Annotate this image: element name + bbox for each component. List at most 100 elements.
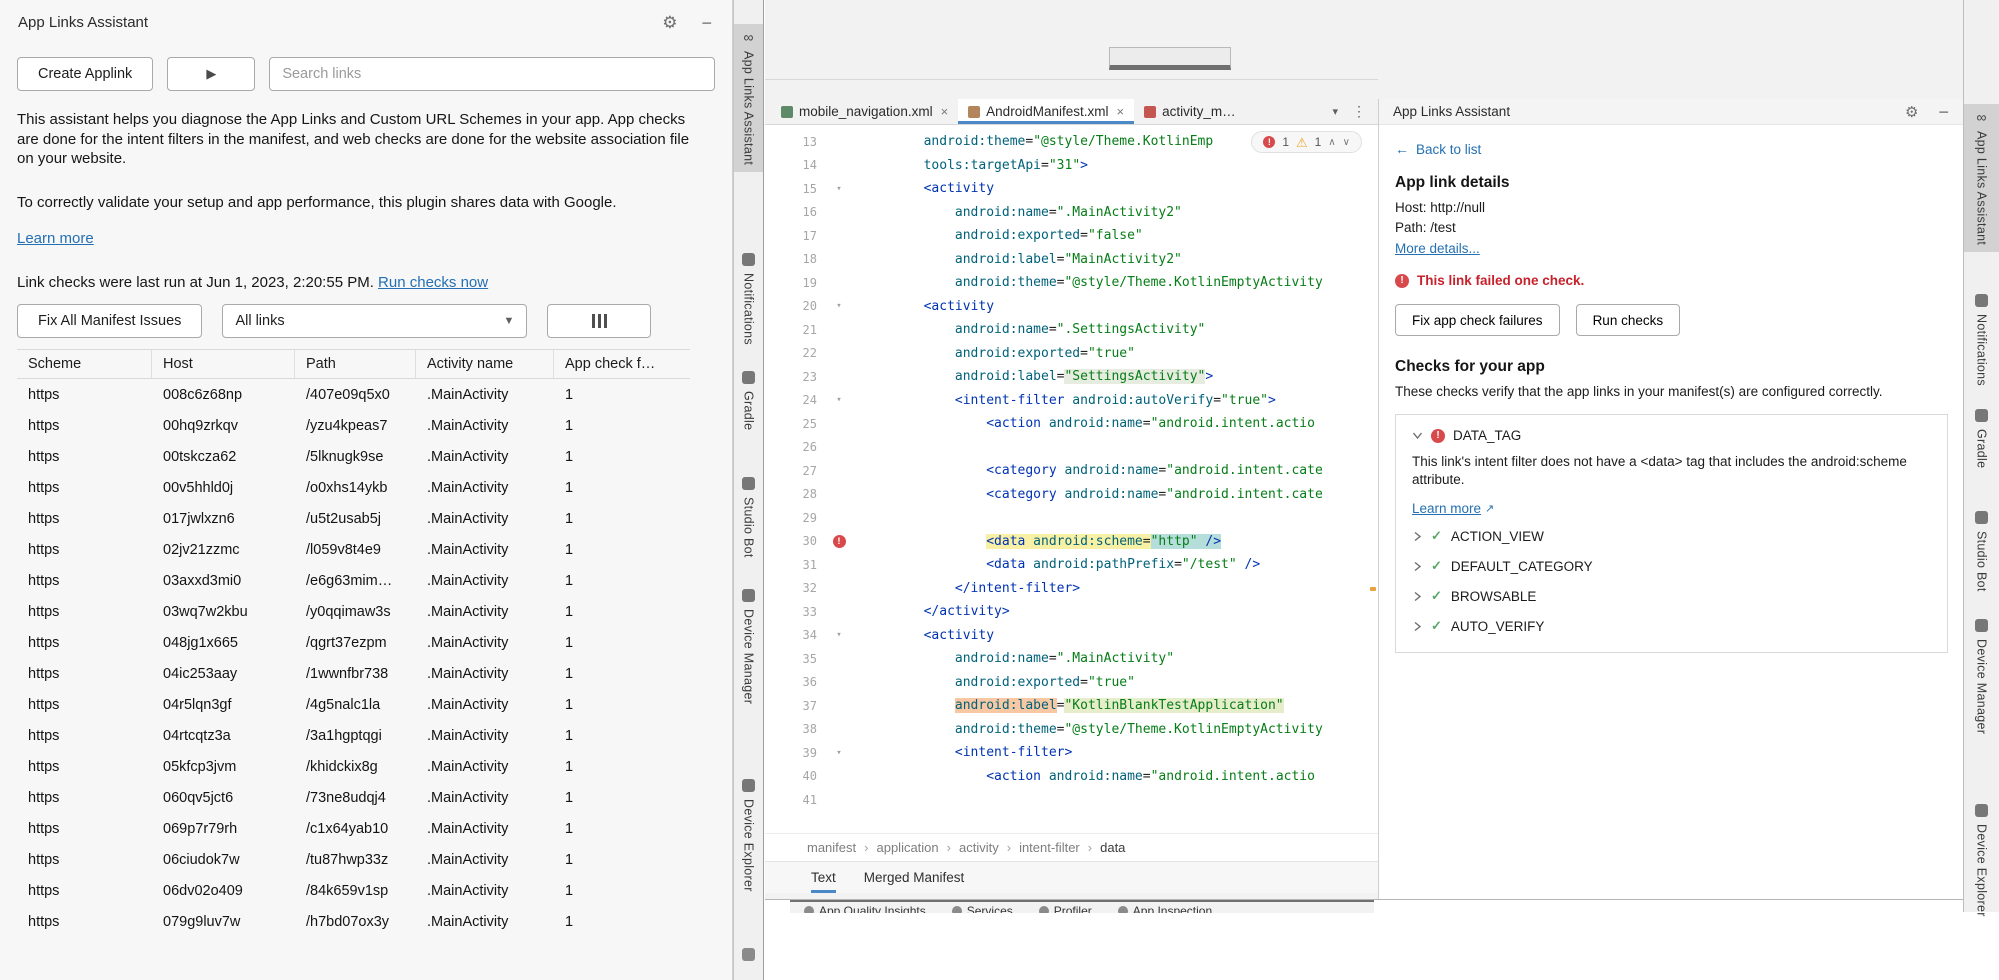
stripe-tab-app-links-assistant[interactable]: ∞App Links Assistant	[734, 24, 763, 172]
table-row[interactable]: https03wq7w2kbu/y0qqimaw3s.MainActivity1	[17, 596, 690, 627]
run-button[interactable]: ▶	[167, 57, 255, 91]
column-header-app-check[interactable]: App check f…	[554, 350, 690, 378]
learn-more-link[interactable]: Learn more	[17, 230, 94, 247]
more-details-link[interactable]: More details...	[1395, 241, 1480, 256]
breadcrumb-item-application[interactable]: application	[876, 840, 938, 855]
stripe-tab-device-explorer[interactable]: Device Explorer	[1964, 797, 1999, 924]
create-applink-button[interactable]: Create Applink	[17, 57, 153, 91]
table-row[interactable]: https069p7r79rh/c1x64yab10.MainActivity1	[17, 813, 690, 844]
fold-icon[interactable]: ▾	[836, 395, 841, 405]
table-row[interactable]: https02jv21zzmc/l059v8t4e9.MainActivity1	[17, 534, 690, 565]
stripe-tab-notifications[interactable]: Notifications	[734, 246, 763, 352]
column-header-activity-name[interactable]: Activity name	[416, 350, 554, 378]
code-text: <action android:name="android.intent.act…	[861, 769, 1378, 784]
search-links-input[interactable]	[269, 57, 715, 91]
fold-icon[interactable]: ▾	[836, 301, 841, 311]
minimize-icon[interactable]: −	[701, 18, 712, 28]
next-issue-chevron-icon[interactable]: ∨	[1343, 137, 1350, 148]
stripe-tab-device-explorer[interactable]: Device Explorer	[734, 772, 763, 899]
table-row[interactable]: https060qv5jct6/73ne8udqj4.MainActivity1	[17, 782, 690, 813]
fix-all-manifest-issues-button[interactable]: Fix All Manifest Issues	[17, 304, 202, 338]
table-cell: 069p7r79rh	[152, 821, 295, 837]
more-options-kebab-icon[interactable]: ⋮	[1352, 103, 1366, 120]
breadcrumb-item-activity[interactable]: activity	[959, 840, 999, 855]
check-row-data-tag[interactable]: ! DATA_TAG	[1412, 428, 1931, 443]
table-cell: 1	[554, 480, 690, 496]
minimize-icon[interactable]: −	[1938, 107, 1949, 117]
column-header-scheme[interactable]: Scheme	[17, 350, 152, 378]
table-cell: https	[17, 883, 152, 899]
warning-stripe-mark[interactable]	[1370, 587, 1376, 591]
stripe-tab-studio-bot[interactable]: Studio Bot	[1964, 504, 1999, 599]
table-row[interactable]: https00tskcza62/5lknugk9se.MainActivity1	[17, 441, 690, 472]
inspections-widget[interactable]: ! 1 ⚠ 1 ∧ ∨	[1251, 131, 1362, 153]
stripe-tab-device-manager[interactable]: Device Manager	[1964, 612, 1999, 741]
check-row-browsable[interactable]: ✓BROWSABLE	[1412, 586, 1931, 606]
run-checks-button[interactable]: Run checks	[1576, 304, 1681, 336]
table-row[interactable]: https06ciudok7w/tu87hwp33z.MainActivity1	[17, 844, 690, 875]
code-segments: android:name=".SettingsActivity"	[955, 322, 1205, 337]
breadcrumb-item-manifest[interactable]: manifest	[807, 840, 856, 855]
table-cell: 079g9luv7w	[152, 914, 295, 930]
table-row[interactable]: https079g9luv7w/h7bd07ox3y.MainActivity1	[17, 906, 690, 937]
back-to-list-link[interactable]: ← Back to list	[1395, 141, 1481, 157]
configure-columns-button[interactable]	[547, 304, 651, 338]
line-number: 30	[765, 534, 817, 548]
gear-icon[interactable]: ⚙	[662, 13, 677, 33]
run-checks-now-link[interactable]: Run checks now	[378, 274, 488, 291]
fold-icon[interactable]: ▾	[836, 184, 841, 194]
table-row[interactable]: https06dv02o409/84k659v1sp.MainActivity1	[17, 875, 690, 906]
stripe-tab-gradle[interactable]: Gradle	[1964, 402, 1999, 475]
chevron-right-icon	[1412, 621, 1422, 632]
table-row[interactable]: https04r5lqn3gf/4g5nalc1la.MainActivity1	[17, 689, 690, 720]
links-filter-dropdown[interactable]: All links ▼	[222, 304, 527, 338]
partial-tool-icon[interactable]	[742, 948, 755, 961]
check-row-default-category[interactable]: ✓DEFAULT_CATEGORY	[1412, 556, 1931, 576]
bottom-tool-app-quality-insights[interactable]: App Quality Insights	[804, 904, 926, 913]
fold-icon[interactable]: ▾	[836, 630, 841, 640]
close-icon[interactable]: ×	[941, 104, 949, 119]
error-stripe[interactable]	[1368, 125, 1378, 833]
table-row[interactable]: https04ic253aay/1wwnfbr738.MainActivity1	[17, 658, 690, 689]
bottom-tool-app-inspection[interactable]: App Inspection	[1118, 904, 1212, 913]
stripe-tab-notifications[interactable]: Notifications	[1964, 287, 1999, 393]
tab-merged-manifest[interactable]: Merged Manifest	[864, 862, 965, 893]
column-header-path[interactable]: Path	[295, 350, 416, 378]
bottom-tool-services[interactable]: Services	[952, 904, 1013, 913]
hidden-tabs-chevron-icon[interactable]: ▾	[1332, 105, 1338, 118]
fold-icon[interactable]: ▾	[836, 748, 841, 758]
bottom-tool-profiler[interactable]: Profiler	[1039, 904, 1092, 913]
editor-tab-androidmanifest-xml[interactable]: AndroidManifest.xml×	[958, 99, 1134, 124]
breadcrumb-item-intent-filter[interactable]: intent-filter	[1019, 840, 1080, 855]
close-icon[interactable]: ×	[1116, 104, 1124, 119]
table-row[interactable]: https03axxd3mi0/e6g63mim….MainActivity1	[17, 565, 690, 596]
fix-app-check-failures-button[interactable]: Fix app check failures	[1395, 304, 1560, 336]
stripe-tab-gradle[interactable]: Gradle	[734, 364, 763, 437]
code-line: 23android:label="SettingsActivity">	[765, 365, 1378, 389]
prev-issue-chevron-icon[interactable]: ∧	[1328, 137, 1335, 148]
table-row[interactable]: https00v5hhld0j/o0xhs14ykb.MainActivity1	[17, 472, 690, 503]
column-header-host[interactable]: Host	[152, 350, 295, 378]
code-editor[interactable]: 13android:theme="@style/Theme.KotlinEmp1…	[765, 125, 1378, 833]
editor-tab-activity-m-[interactable]: activity_m…	[1134, 99, 1246, 124]
tab-text[interactable]: Text	[811, 862, 836, 893]
table-row[interactable]: https017jwlxzn6/u5t2usab5j.MainActivity1	[17, 503, 690, 534]
table-cell: 060qv5jct6	[152, 790, 295, 806]
stripe-tab-app-links-assistant[interactable]: ∞App Links Assistant	[1964, 104, 1999, 252]
check-row-auto-verify[interactable]: ✓AUTO_VERIFY	[1412, 616, 1931, 636]
line-number: 29	[765, 511, 817, 525]
table-row[interactable]: https008c6z68np/407e09q5x0.MainActivity1	[17, 379, 690, 410]
table-cell: .MainActivity	[416, 697, 554, 713]
gear-icon[interactable]: ⚙	[1905, 103, 1918, 121]
breadcrumb-item-data[interactable]: data	[1100, 840, 1125, 855]
table-row[interactable]: https04rtcqtz3a/3a1hgptqgi.MainActivity1	[17, 720, 690, 751]
code-line: 25<action android:name="android.intent.a…	[765, 412, 1378, 436]
table-row[interactable]: https05kfcp3jvm/khidckix8g.MainActivity1	[17, 751, 690, 782]
check-row-action-view[interactable]: ✓ACTION_VIEW	[1412, 526, 1931, 546]
stripe-tab-studio-bot[interactable]: Studio Bot	[734, 470, 763, 565]
learn-more-link[interactable]: Learn more ↗	[1412, 501, 1494, 516]
editor-tab-mobile-navigation-xml[interactable]: mobile_navigation.xml×	[771, 99, 958, 124]
stripe-tab-device-manager[interactable]: Device Manager	[734, 582, 763, 711]
table-row[interactable]: https048jg1x665/qgrt37ezpm.MainActivity1	[17, 627, 690, 658]
table-row[interactable]: https00hq9zrkqv/yzu4kpeas7.MainActivity1	[17, 410, 690, 441]
